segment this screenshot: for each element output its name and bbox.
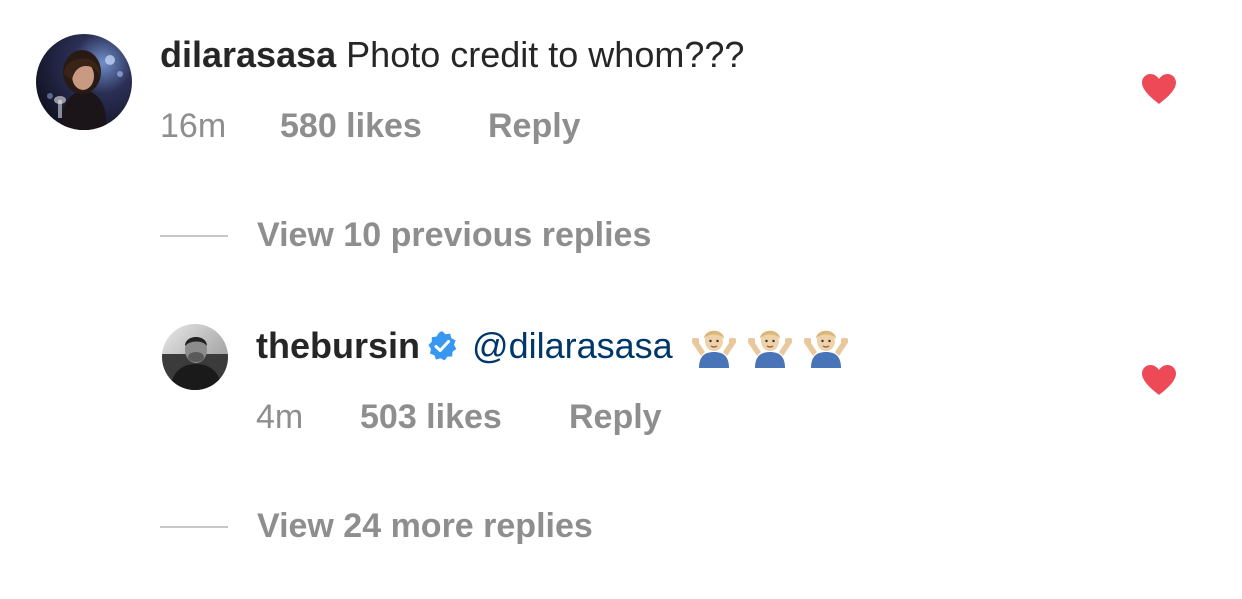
likes-count-link[interactable]: 503 likes (360, 397, 502, 437)
person-shrugging-emoji-icon (745, 324, 795, 368)
avatar-photo (162, 324, 228, 390)
reply-button[interactable]: Reply (569, 397, 662, 437)
comment-2: thebursin @dilarasasa (256, 324, 851, 368)
comment-1: dilarasasa Photo credit to whom??? (160, 33, 744, 77)
avatar-thebursin[interactable] (162, 324, 228, 390)
view-more-replies[interactable]: View 24 more replies (160, 504, 760, 548)
thread-divider (160, 235, 228, 237)
likes-count-link[interactable]: 580 likes (280, 106, 422, 146)
reply-button[interactable]: Reply (488, 106, 581, 146)
view-previous-replies[interactable]: View 10 previous replies (160, 213, 760, 257)
avatar-photo (36, 34, 132, 130)
mention-link[interactable]: @dilarasasa (472, 325, 673, 366)
view-replies-label[interactable]: View 10 previous replies (257, 213, 651, 257)
comment-time: 4m (256, 398, 304, 436)
username-link[interactable]: dilarasasa (160, 34, 336, 75)
username-link[interactable]: thebursin (256, 325, 420, 366)
comment-text: Photo credit to whom??? (346, 34, 745, 75)
thread-divider (160, 526, 228, 528)
view-replies-label[interactable]: View 24 more replies (257, 504, 593, 548)
liked-heart-icon[interactable] (1141, 73, 1177, 105)
verified-badge-icon (426, 330, 458, 362)
liked-heart-icon[interactable] (1141, 364, 1177, 396)
comment-time: 16m (160, 107, 227, 145)
person-shrugging-emoji-icon (689, 324, 739, 368)
avatar-dilarasasa[interactable] (36, 34, 132, 130)
person-shrugging-emoji-icon (801, 324, 851, 368)
